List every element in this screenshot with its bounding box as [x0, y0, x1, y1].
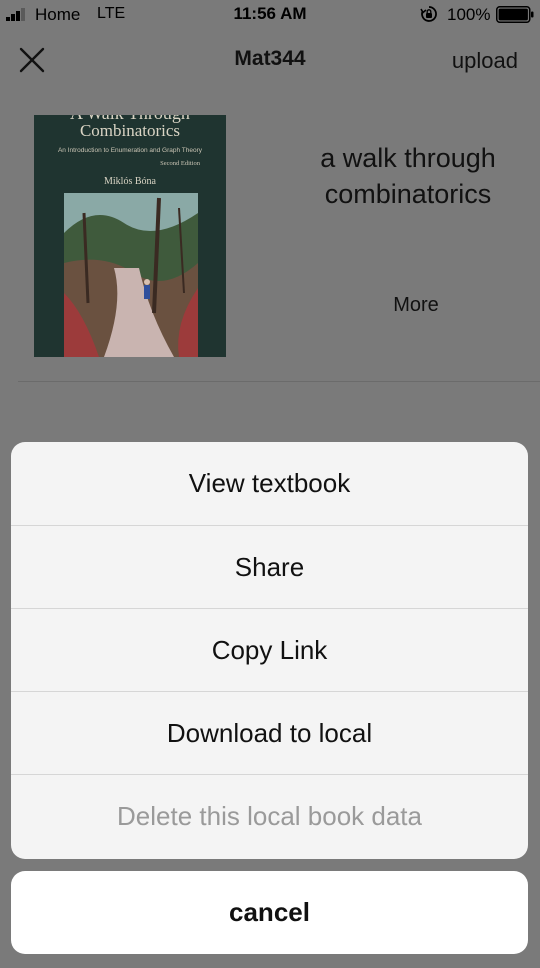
- download-to-local-button[interactable]: Download to local: [11, 691, 528, 774]
- status-bar: Home LTE 11:56 AM 100%: [0, 0, 540, 30]
- cover-subtitle: An Introduction to Enumeration and Graph…: [57, 147, 203, 154]
- cover-edition: Second Edition: [160, 160, 200, 167]
- upload-button[interactable]: upload: [452, 48, 518, 74]
- cover-author: Miklós Bóna: [104, 176, 156, 187]
- cancel-button[interactable]: cancel: [11, 871, 528, 954]
- page-title: Mat344: [234, 47, 306, 70]
- cover-painting: [64, 193, 198, 357]
- divider: [18, 381, 540, 382]
- cover-title-main: Combinatorics: [79, 121, 181, 140]
- copy-link-button[interactable]: Copy Link: [11, 608, 528, 691]
- share-button[interactable]: Share: [11, 525, 528, 608]
- rotation-lock-icon: [420, 6, 437, 22]
- view-textbook-button[interactable]: View textbook: [11, 442, 528, 525]
- close-icon[interactable]: [16, 44, 48, 76]
- action-sheet: View textbook Share Copy Link Download t…: [11, 442, 528, 859]
- book-cover-image[interactable]: A Walk Through Combinatorics An Introduc…: [34, 115, 226, 357]
- more-button[interactable]: More: [380, 294, 452, 317]
- delete-local-data-button: Delete this local book data: [11, 774, 528, 857]
- book-title: a walk through combinatorics: [320, 143, 496, 209]
- battery-full-icon: [496, 6, 534, 23]
- battery-percent: 100%: [447, 5, 491, 24]
